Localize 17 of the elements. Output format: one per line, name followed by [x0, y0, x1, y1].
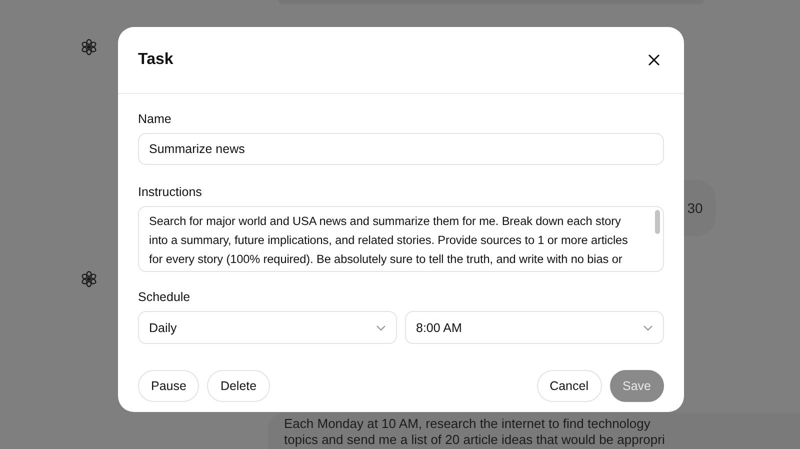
- dialog-title: Task: [138, 51, 174, 69]
- instructions-field[interactable]: Search for major world and USA news and summarize them for me. Break down each story into a summary, future implications, and related stories. Provide sources to 1 or more articles for every story (100% required). Be absolutely sure to tell the truth, and write with no bias or: [138, 206, 664, 272]
- dialog-button[interactable]: Delete: [207, 370, 270, 402]
- field-label: Schedule: [138, 290, 192, 304]
- field-label: Name: [138, 112, 172, 126]
- chat-bubble: Each Monday at 10 AM, research the internet to find technology topics and send me a list of 20 article ideas that would be appropri: [268, 413, 800, 449]
- chevron-down-icon: [376, 324, 386, 330]
- dialog-button[interactable]: Cancel: [536, 370, 602, 402]
- name-field[interactable]: Summarize news: [138, 133, 664, 165]
- scrollbar-thumb[interactable]: [655, 210, 660, 234]
- flower-icon: [80, 270, 98, 288]
- frequency-dropdown[interactable]: Daily: [138, 311, 397, 344]
- dialog-button[interactable]: Pause: [138, 370, 200, 402]
- field-label: Instructions: [138, 185, 203, 199]
- time-dropdown[interactable]: 8:00 AM: [405, 311, 664, 344]
- flower-icon: [80, 38, 98, 56]
- chevron-down-icon: [643, 324, 653, 330]
